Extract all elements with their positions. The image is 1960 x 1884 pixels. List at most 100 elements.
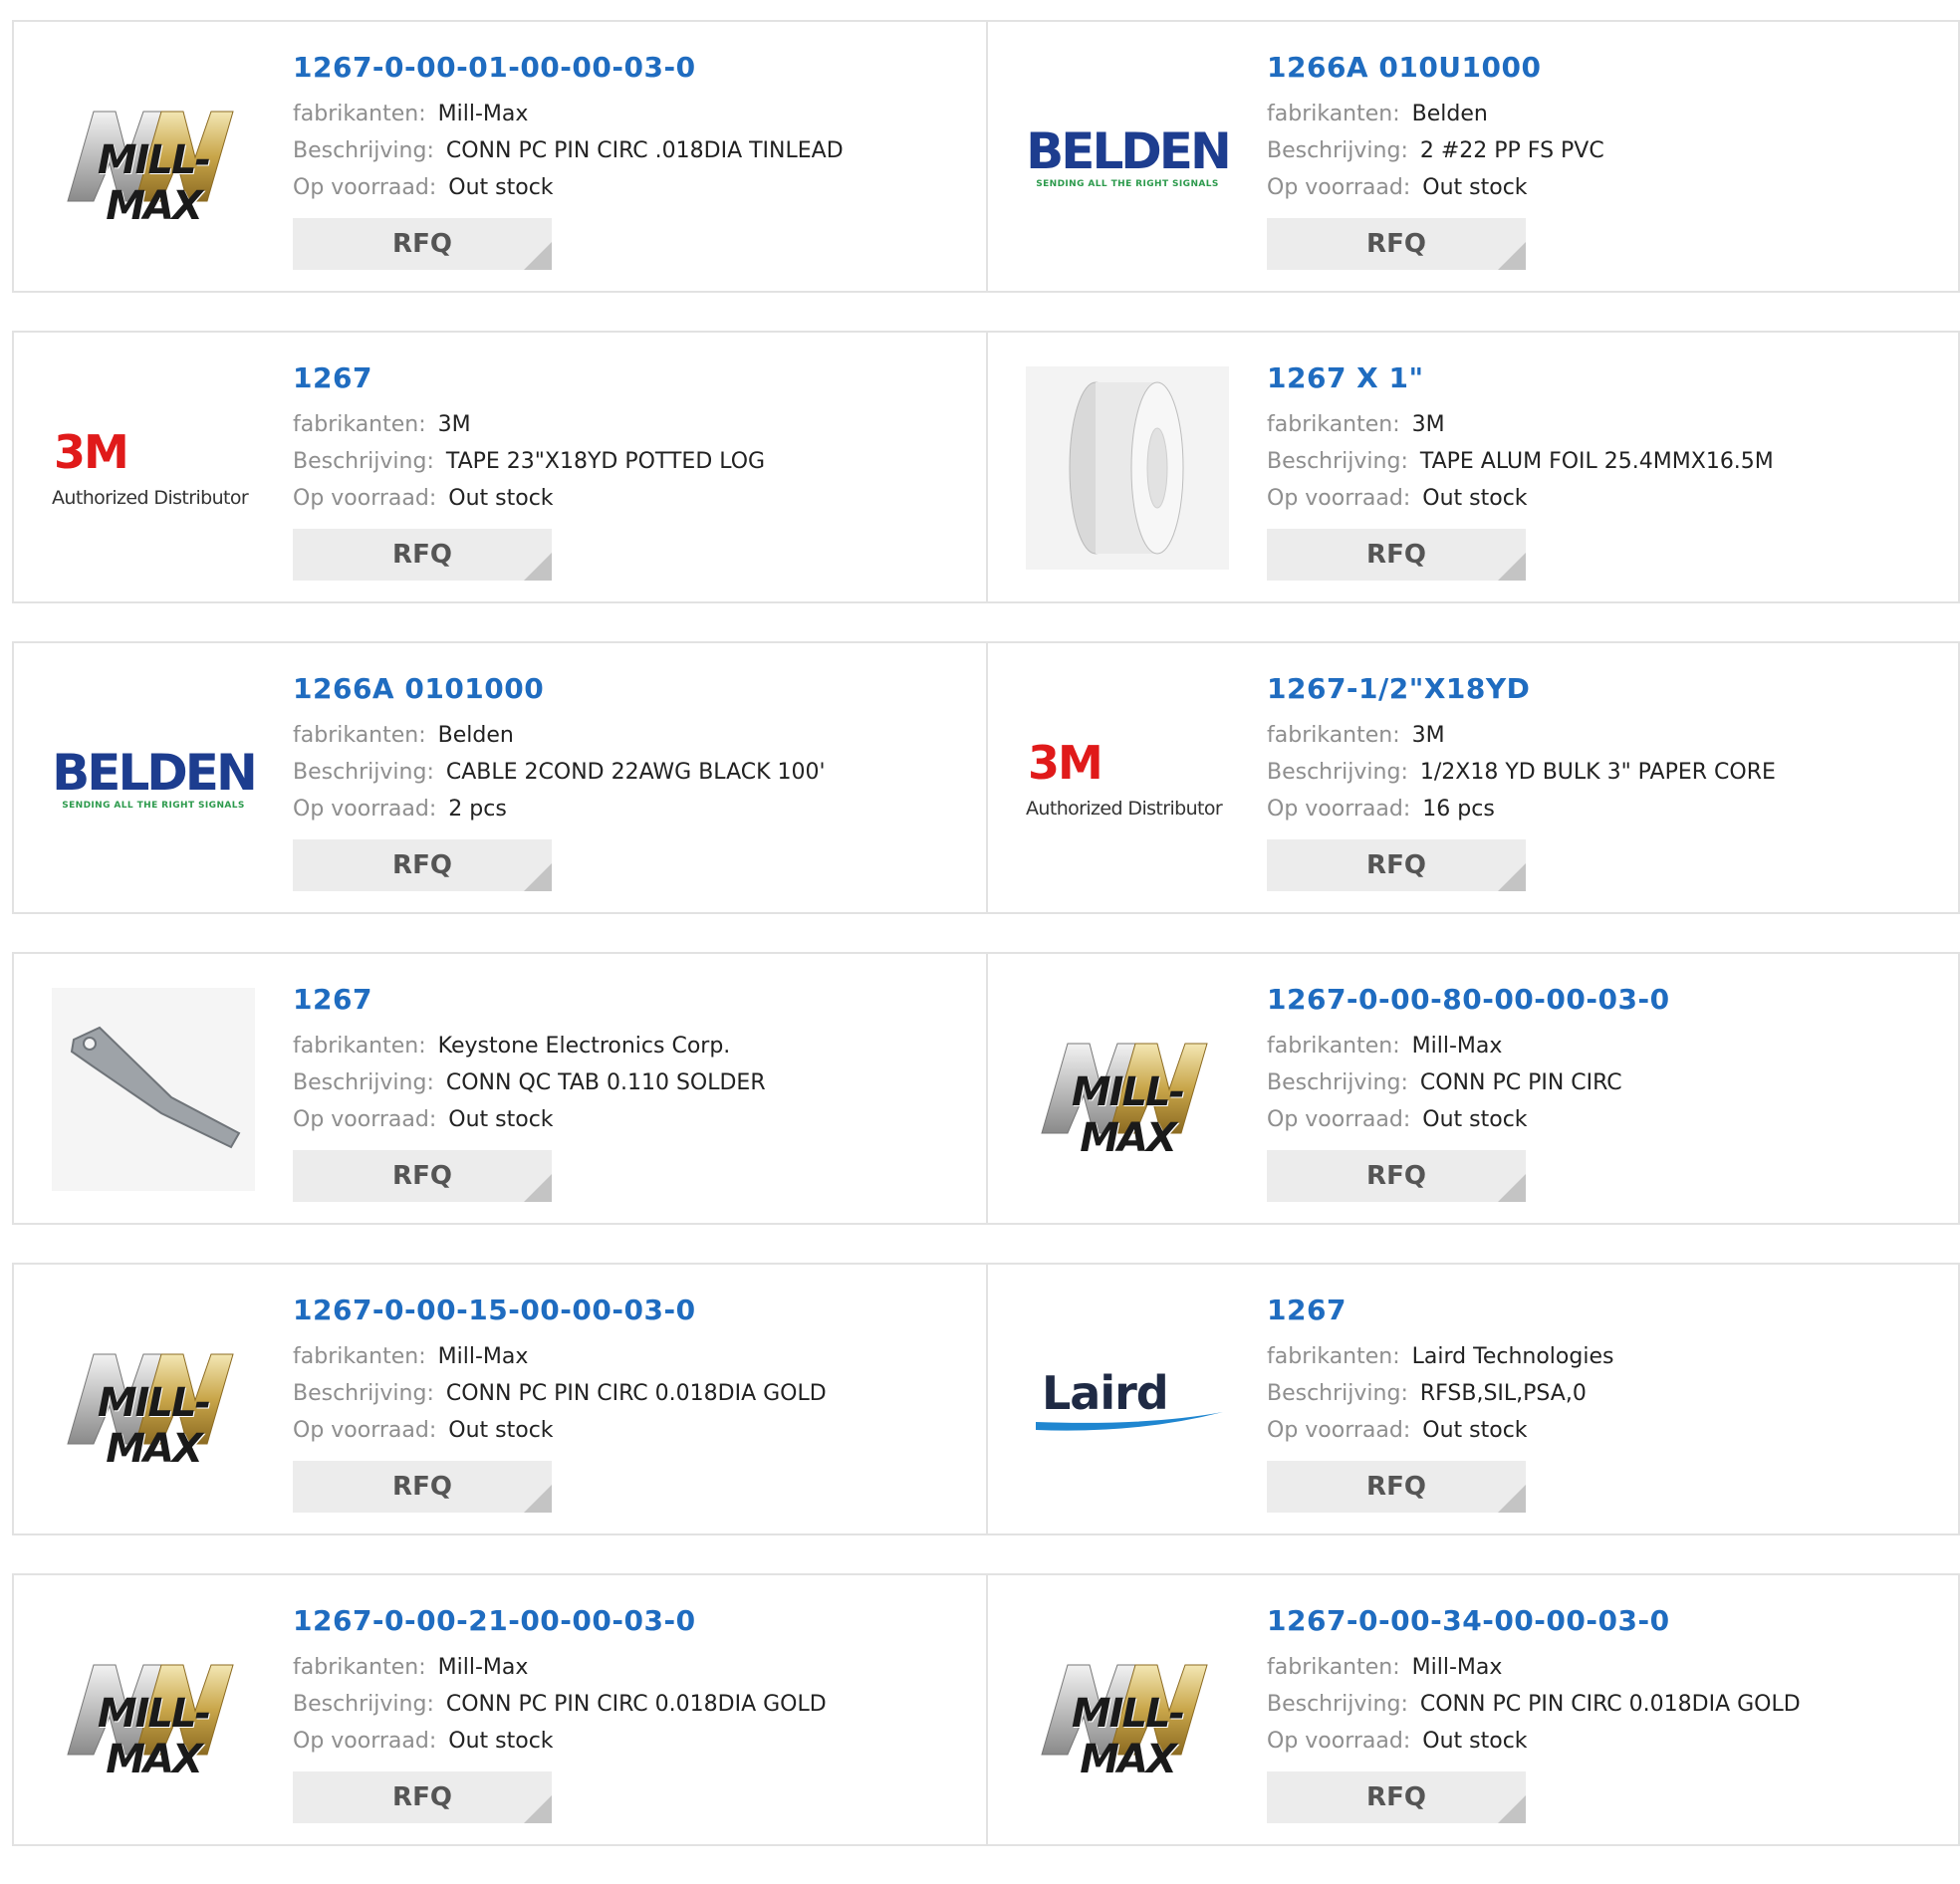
stock-value: Out stock [448, 1418, 554, 1443]
stock-label: Op voorraad: [293, 1107, 437, 1132]
corner-triangle-icon [1498, 553, 1526, 581]
manufacturer-logo: 3M Authorized Distributor [52, 366, 255, 570]
manufacturer-value: Belden [1411, 102, 1488, 126]
product-info: 1267 fabrikanten: Laird Technologies Beschr… [1267, 1293, 1948, 1513]
manufacturer-label: fabrikanten: [293, 412, 426, 437]
mill-max-logo: MILL-MAX [54, 1340, 253, 1472]
part-number-link[interactable]: 1267-0-00-21-00-00-03-0 [293, 1603, 976, 1639]
description-line: Beschrijving: CONN PC PIN CIRC .018DIA TI… [293, 132, 976, 169]
product-card: 3M Authorized Distributor 1267 fabrikanten:… [14, 333, 986, 601]
manufacturer-logo: BELDEN SENDING ALL THE RIGHT SIGNALS [52, 677, 258, 880]
description-line: Beschrijving: TAPE ALUM FOIL 25.4MMX16.5M [1267, 443, 1948, 480]
product-info: 1267-1/2"X18YD fabrikanten: 3M Beschrijving… [1267, 671, 1948, 891]
manufacturer-label: fabrikanten: [1267, 1655, 1400, 1680]
stock-label: Op voorraad: [1267, 1107, 1411, 1132]
rfq-button[interactable]: RFQ [293, 1150, 552, 1202]
stock-line: Op voorraad: Out stock [1267, 1412, 1948, 1449]
product-row: BELDEN SENDING ALL THE RIGHT SIGNALS 1266A… [12, 641, 1960, 914]
product-grid: MILL-MAX 1267-0-00-01-00-00-03-0 fabrikant… [12, 20, 1960, 1884]
description-label: Beschrijving: [1267, 449, 1408, 474]
mill-max-logo-text: MILL-MAX [97, 1691, 211, 1782]
part-number-link[interactable]: 1267 [293, 360, 976, 396]
product-row: 1267 fabrikanten: Keystone Electronics Cor… [12, 952, 1960, 1225]
part-number-link[interactable]: 1267-0-00-80-00-00-03-0 [1267, 982, 1948, 1018]
product-info: 1267 fabrikanten: 3M Beschrijving: TAPE 23"X… [293, 360, 976, 581]
manufacturer-logo: MILL-MAX [52, 1298, 255, 1502]
manufacturer-logo [52, 988, 255, 1191]
manufacturer-value: Mill-Max [1411, 1034, 1503, 1059]
belden-logo-text: BELDEN [1026, 122, 1232, 180]
rfq-button[interactable]: RFQ [293, 218, 552, 270]
rfq-button[interactable]: RFQ [1267, 1150, 1526, 1202]
rfq-button[interactable]: RFQ [1267, 529, 1526, 581]
part-number-link[interactable]: 1267 X 1" [1267, 360, 1948, 396]
manufacturer-line: fabrikanten: 3M [1267, 406, 1948, 443]
rfq-button-label: RFQ [392, 850, 452, 880]
rfq-button[interactable]: RFQ [293, 1771, 552, 1823]
corner-triangle-icon [524, 242, 552, 270]
rfq-button[interactable]: RFQ [1267, 839, 1526, 891]
corner-triangle-icon [1498, 1174, 1526, 1202]
stock-line: Op voorraad: 2 pcs [293, 791, 976, 827]
description-value: 2 #22 PP FS PVC [1419, 138, 1604, 163]
description-line: Beschrijving: 1/2X18 YD BULK 3" PAPER COR… [1267, 754, 1948, 791]
rfq-button[interactable]: RFQ [1267, 218, 1526, 270]
product-info: 1266A 0101000 fabrikanten: Belden Beschrijv… [293, 671, 976, 891]
corner-triangle-icon [1498, 863, 1526, 891]
tape-roll-icon [1026, 366, 1229, 570]
description-label: Beschrijving: [1267, 138, 1408, 163]
description-value: 1/2X18 YD BULK 3" PAPER CORE [1419, 760, 1776, 785]
manufacturer-label: fabrikanten: [293, 1655, 426, 1680]
manufacturer-label: fabrikanten: [1267, 1344, 1400, 1369]
corner-triangle-icon [524, 553, 552, 581]
product-row: 3M Authorized Distributor 1267 fabrikanten:… [12, 331, 1960, 603]
manufacturer-label: fabrikanten: [293, 102, 426, 126]
product-info: 1267-0-00-15-00-00-03-0 fabrikanten: Mill-… [293, 1293, 976, 1513]
manufacturer-value: Mill-Max [437, 1344, 529, 1369]
3m-tagline: Authorized Distributor [1026, 798, 1223, 820]
description-label: Beschrijving: [1267, 760, 1408, 785]
mill-max-logo: MILL-MAX [1028, 1030, 1227, 1161]
part-number-link[interactable]: 1267-0-00-34-00-00-03-0 [1267, 1603, 1948, 1639]
description-label: Beschrijving: [293, 1692, 434, 1717]
manufacturer-value: Mill-Max [1411, 1655, 1503, 1680]
description-line: Beschrijving: CONN PC PIN CIRC 0.018DIA G… [293, 1375, 976, 1412]
rfq-button[interactable]: RFQ [293, 529, 552, 581]
part-number-link[interactable]: 1266A 0101000 [293, 671, 976, 707]
manufacturer-logo: MILL-MAX [1026, 1609, 1229, 1812]
product-card: MILL-MAX 1267-0-00-01-00-00-03-0 fabrikant… [14, 22, 986, 291]
rfq-button[interactable]: RFQ [293, 1461, 552, 1513]
manufacturer-logo: MILL-MAX [1026, 988, 1229, 1191]
part-number-link[interactable]: 1267 [293, 982, 976, 1018]
stock-line: Op voorraad: Out stock [1267, 1723, 1948, 1760]
description-label: Beschrijving: [1267, 1070, 1408, 1095]
3m-tagline: Authorized Distributor [52, 487, 249, 509]
stock-label: Op voorraad: [1267, 1418, 1411, 1443]
stock-value: Out stock [448, 175, 554, 200]
part-number-link[interactable]: 1267-0-00-01-00-00-03-0 [293, 50, 976, 86]
description-label: Beschrijving: [293, 138, 434, 163]
product-info: 1267-0-00-21-00-00-03-0 fabrikanten: Mill-… [293, 1603, 976, 1823]
corner-triangle-icon [524, 1174, 552, 1202]
product-card: Laird 1267 fabrikanten: Laird Technologies B… [986, 1265, 1958, 1533]
rfq-button[interactable]: RFQ [1267, 1771, 1526, 1823]
corner-triangle-icon [524, 1795, 552, 1823]
3m-logo-text: 3M [1028, 736, 1103, 790]
product-info: 1267-0-00-01-00-00-03-0 fabrikanten: Mill-… [293, 50, 976, 270]
description-value: CONN PC PIN CIRC [1419, 1070, 1622, 1095]
part-number-link[interactable]: 1267 [1267, 1293, 1948, 1328]
product-row: MILL-MAX 1267-0-00-01-00-00-03-0 fabrikant… [12, 20, 1960, 293]
manufacturer-label: fabrikanten: [1267, 102, 1400, 126]
part-number-link[interactable]: 1266A 010U1000 [1267, 50, 1948, 86]
manufacturer-label: fabrikanten: [1267, 1034, 1400, 1059]
stock-value: Out stock [1422, 1107, 1528, 1132]
manufacturer-line: fabrikanten: 3M [1267, 717, 1948, 754]
rfq-button[interactable]: RFQ [1267, 1461, 1526, 1513]
rfq-button-label: RFQ [392, 540, 452, 570]
part-number-link[interactable]: 1267-0-00-15-00-00-03-0 [293, 1293, 976, 1328]
rfq-button[interactable]: RFQ [293, 839, 552, 891]
belden-logo: BELDEN SENDING ALL THE RIGHT SIGNALS [1026, 122, 1232, 189]
part-number-link[interactable]: 1267-1/2"X18YD [1267, 671, 1948, 707]
3m-logo: 3M Authorized Distributor [1026, 738, 1229, 820]
manufacturer-line: fabrikanten: Belden [1267, 96, 1948, 132]
